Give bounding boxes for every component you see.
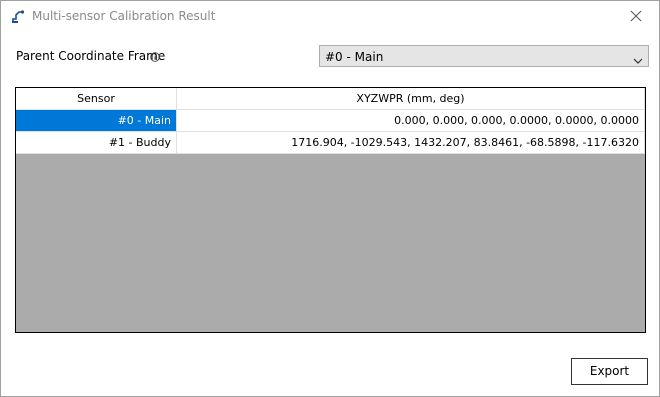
column-header-sensor[interactable]: Sensor bbox=[16, 88, 177, 110]
robot-icon bbox=[10, 8, 26, 24]
title-bar[interactable]: Multi-sensor Calibration Result bbox=[1, 1, 659, 32]
parent-frame-dropdown[interactable]: #0 - Main bbox=[319, 45, 649, 67]
table-row[interactable]: #0 - Main 0.000, 0.000, 0.000, 0.0000, 0… bbox=[16, 110, 645, 132]
chevron-down-icon bbox=[633, 53, 643, 67]
parent-frame-selected: #0 - Main bbox=[325, 50, 384, 64]
calibration-result-dialog: Multi-sensor Calibration Result Parent C… bbox=[0, 0, 660, 397]
window-title: Multi-sensor Calibration Result bbox=[32, 9, 216, 23]
cell-sensor[interactable]: #0 - Main bbox=[16, 110, 177, 132]
parent-frame-label: Parent Coordinate Frame bbox=[16, 49, 166, 63]
close-icon bbox=[630, 10, 642, 22]
table-header: Sensor XYZWPR (mm, deg) bbox=[16, 88, 645, 110]
calibration-table: Sensor XYZWPR (mm, deg) #0 - Main 0.000,… bbox=[15, 87, 646, 333]
cell-sensor[interactable]: #1 - Buddy bbox=[16, 132, 177, 154]
table-row[interactable]: #1 - Buddy 1716.904, -1029.543, 1432.207… bbox=[16, 132, 645, 154]
close-button[interactable] bbox=[613, 1, 659, 32]
column-header-xyzwpr[interactable]: XYZWPR (mm, deg) bbox=[177, 88, 645, 110]
info-icon[interactable] bbox=[150, 51, 160, 62]
export-button[interactable]: Export bbox=[571, 358, 648, 385]
cell-xyzwpr[interactable]: 0.000, 0.000, 0.000, 0.0000, 0.0000, 0.0… bbox=[177, 110, 645, 132]
cell-xyzwpr[interactable]: 1716.904, -1029.543, 1432.207, 83.8461, … bbox=[177, 132, 645, 154]
